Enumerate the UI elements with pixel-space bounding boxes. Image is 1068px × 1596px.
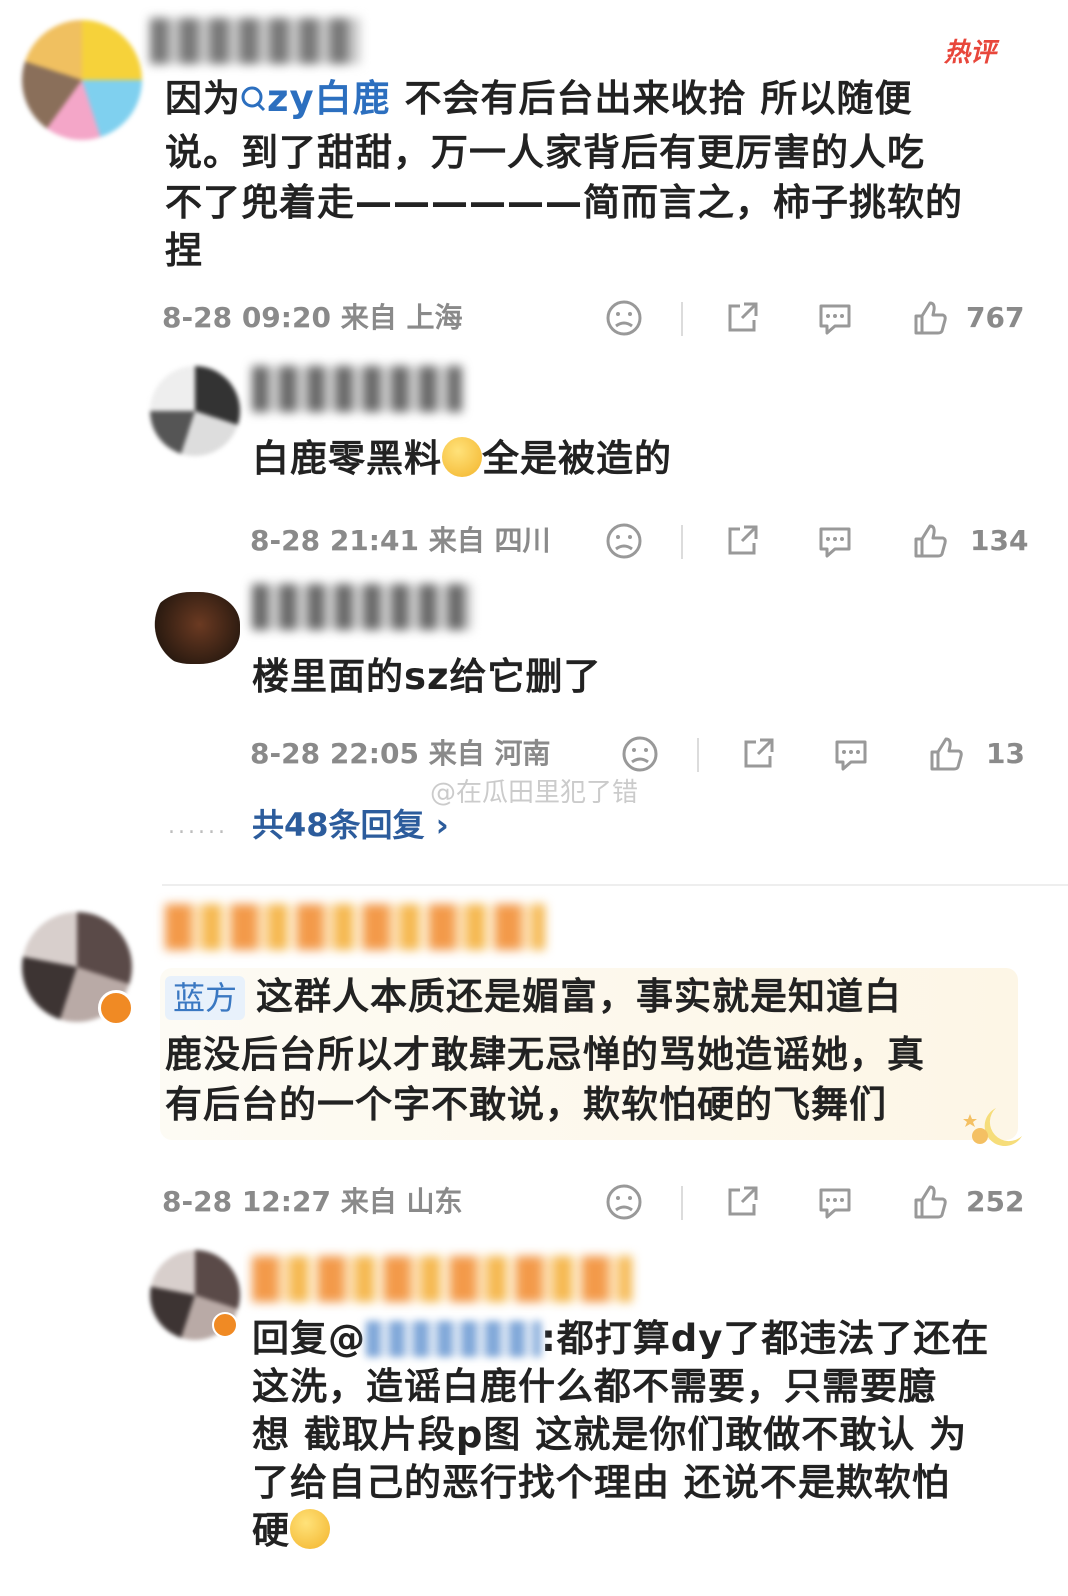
comment-icon (819, 304, 851, 335)
comment-text: 因为 zy白鹿 不会有后台出来收拾 所以随便 (165, 77, 913, 120)
reply-text: 回复@:都打算dy了都违法了还在 (252, 1317, 990, 1360)
dislike-face-icon (606, 1184, 642, 1220)
divider (697, 738, 699, 772)
reply-text: 白鹿零黑料 全是被造的 (252, 437, 672, 480)
comment-button[interactable] (815, 521, 855, 561)
search-icon (241, 86, 266, 112)
like-thumb-icon (930, 737, 963, 771)
decoration-sticker-icon (962, 1102, 1028, 1152)
comment-meta: 8-28 09:20 来自 上海 (162, 301, 463, 334)
like-count: 134 (970, 524, 1029, 557)
emoji-icon (442, 437, 482, 477)
divider (681, 525, 683, 559)
share-icon (728, 1186, 758, 1216)
reply-text-line: 这洗，造谣白鹿什么都不需要，只需要臆 (252, 1365, 936, 1408)
comment-meta: 8-28 12:27 来自 山东 (162, 1185, 463, 1218)
reply-text-line: 了给自己的恶行找个理由 还说不是欺软怕 (252, 1461, 950, 1504)
share-button[interactable] (722, 1182, 762, 1222)
verified-badge-icon (212, 1312, 238, 1338)
like-button[interactable] (926, 734, 966, 774)
reply-text-line: 硬 (252, 1506, 330, 1556)
divider (681, 1186, 683, 1220)
divider (162, 884, 1068, 886)
tag-badge: 蓝方 (165, 976, 246, 1020)
comment-icon (819, 527, 851, 558)
dislike-button[interactable] (604, 521, 644, 561)
dislike-face-icon (606, 300, 642, 336)
comment-text-line: 捏 (165, 229, 203, 272)
share-button[interactable] (722, 521, 762, 561)
username-blurred[interactable] (165, 904, 545, 950)
watermark: @在瓜田里犯了错 (430, 778, 639, 808)
like-button[interactable] (910, 521, 950, 561)
comment-button[interactable] (831, 734, 871, 774)
username-blurred[interactable] (252, 1256, 632, 1302)
comment-text-line: 鹿没后台所以才敢肆无忌惮的骂她造谣她，真 (165, 1033, 925, 1076)
username-blurred[interactable] (252, 584, 472, 630)
more-replies-link[interactable]: 共48条回复 › (252, 800, 449, 846)
dots: ...... (168, 814, 228, 839)
comment-text-line: 不了兜着走——————简而言之，柿子挑软的 (165, 181, 963, 224)
avatar[interactable] (150, 592, 240, 664)
mention-blurred[interactable] (366, 1321, 541, 1357)
dislike-button[interactable] (604, 1182, 644, 1222)
reply-meta: 8-28 22:05 来自 河南 (250, 737, 551, 770)
like-thumb-icon (914, 1185, 947, 1219)
comment-text-line: 说。到了甜甜，万一人家背后有更厉害的人吃 (165, 131, 925, 174)
hot-comment-badge: 热评 (944, 38, 997, 68)
avatar[interactable] (22, 20, 142, 140)
like-button[interactable] (910, 1182, 950, 1222)
verified-badge-icon (98, 990, 134, 1026)
username-blurred[interactable] (252, 366, 462, 412)
like-count: 767 (966, 301, 1025, 334)
share-icon (728, 302, 758, 332)
emoji-icon (290, 1509, 330, 1549)
avatar[interactable] (150, 366, 240, 456)
share-icon (728, 525, 758, 555)
comment-text-line: 有后台的一个字不敢说，欺软怕硬的飞舞们 (165, 1083, 887, 1126)
share-button[interactable] (722, 298, 762, 338)
reply-text-line: 想 截取片段p图 这就是你们敢做不敢认 为 (252, 1413, 968, 1456)
mention-link[interactable]: zy白鹿 (241, 77, 391, 120)
reply-text: 楼里面的sz给它删了 (252, 655, 602, 698)
dislike-face-icon (622, 736, 658, 772)
share-button[interactable] (738, 734, 778, 774)
username-blurred[interactable] (150, 18, 360, 64)
dislike-button[interactable] (620, 734, 660, 774)
divider (681, 302, 683, 336)
like-thumb-icon (914, 524, 947, 558)
share-icon (744, 738, 774, 768)
dislike-face-icon (606, 523, 642, 559)
like-count: 252 (966, 1185, 1025, 1218)
comment-text-line: 这群人本质还是媚富，事实就是知道白 (256, 975, 902, 1018)
reply-meta: 8-28 21:41 来自 四川 (250, 524, 551, 557)
comment-button[interactable] (815, 298, 855, 338)
comment-icon (819, 1188, 851, 1219)
like-count: 13 (986, 737, 1025, 770)
comment-button[interactable] (815, 1182, 855, 1222)
like-button[interactable] (910, 298, 950, 338)
dislike-button[interactable] (604, 298, 644, 338)
comment-icon (835, 740, 867, 771)
like-thumb-icon (914, 301, 947, 335)
